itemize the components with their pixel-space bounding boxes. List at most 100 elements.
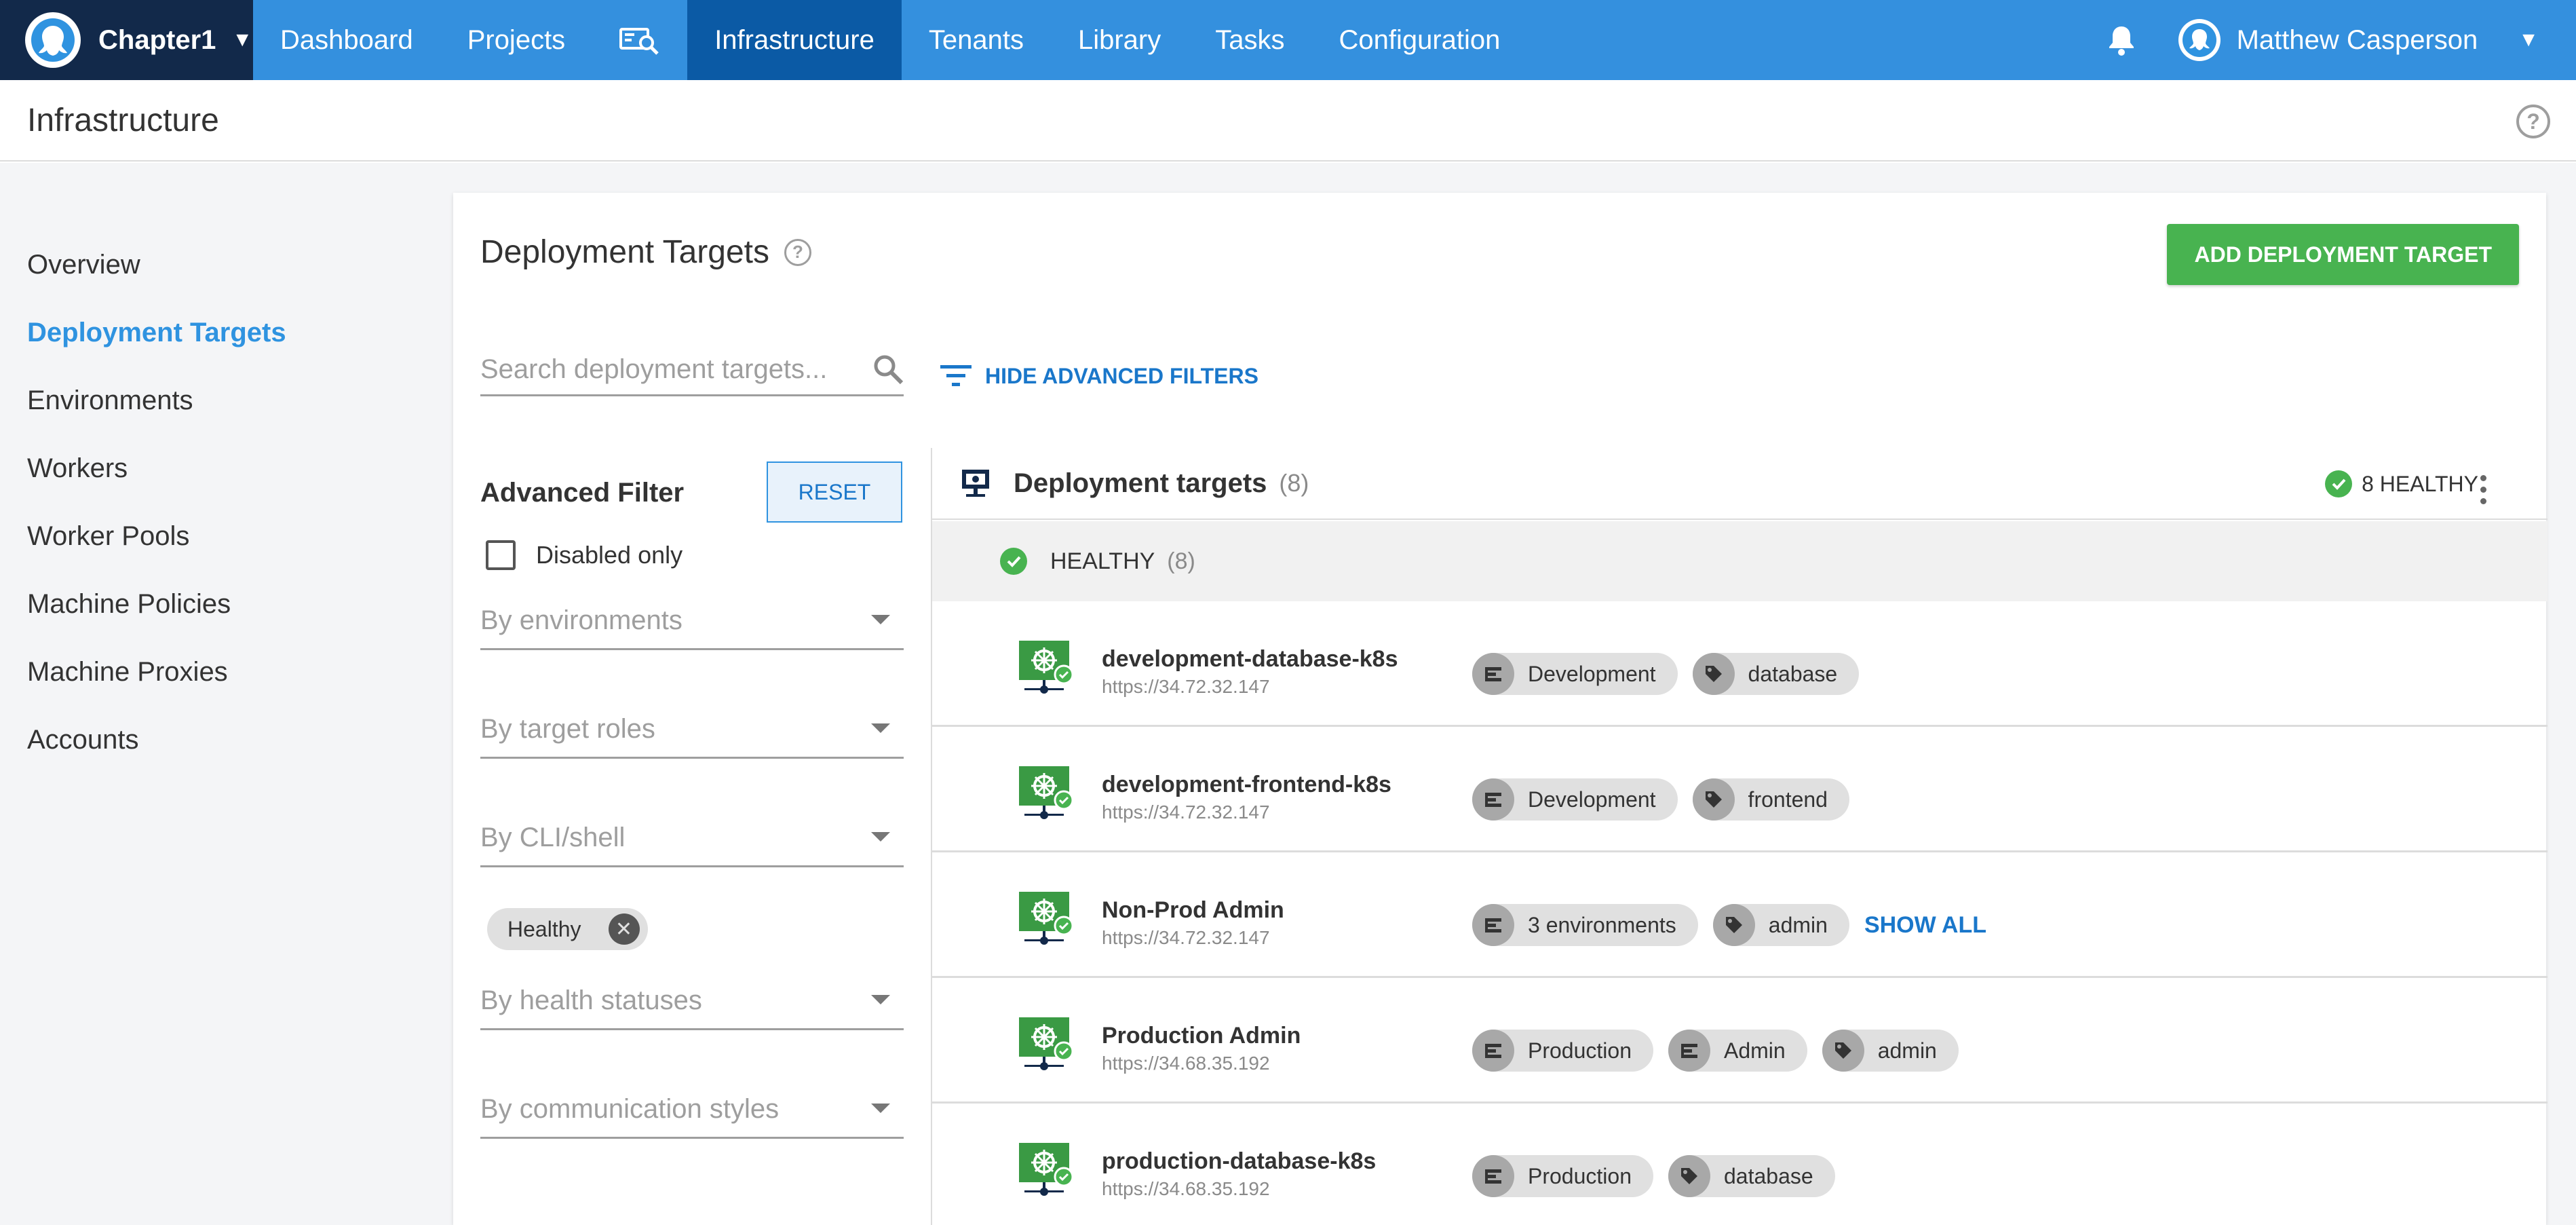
healthy-check-icon xyxy=(1000,548,1027,575)
environment-tag: Admin xyxy=(1668,1030,1807,1072)
sidebar-item-deployment-targets[interactable]: Deployment Targets xyxy=(27,299,286,366)
hide-advanced-filters-label: HIDE ADVANCED FILTERS xyxy=(985,363,1258,388)
environments-select[interactable]: By environments xyxy=(480,599,904,650)
nav-tenants[interactable]: Tenants xyxy=(902,0,1051,80)
chevron-down-icon[interactable]: ▼ xyxy=(2518,29,2539,52)
search-icon xyxy=(874,355,904,385)
healthy-group-header[interactable]: HEALTHY (8) xyxy=(932,521,2548,601)
list-title: Deployment targets xyxy=(1014,468,1267,498)
nav-configuration[interactable]: Configuration xyxy=(1311,0,1527,80)
hide-advanced-filters-button[interactable]: HIDE ADVANCED FILTERS xyxy=(940,362,1258,390)
top-navigation: Chapter1 ▼ Dashboard Projects Infrastruc… xyxy=(0,0,2576,80)
role-tag: admin xyxy=(1712,904,1849,946)
sidebar-item-overview[interactable]: Overview xyxy=(27,231,286,299)
search-field xyxy=(480,345,904,396)
checkbox-box[interactable] xyxy=(486,540,516,570)
sidebar-item-machine-policies[interactable]: Machine Policies xyxy=(27,570,286,638)
search-machine-icon xyxy=(619,28,659,55)
dropdown-arrow-icon xyxy=(871,723,890,733)
tag-icon xyxy=(1692,778,1735,821)
target-name[interactable]: Production Admin xyxy=(1102,1023,1301,1049)
kubernetes-target-icon xyxy=(1019,766,1074,819)
help-icon[interactable]: ? xyxy=(784,238,811,266)
target-name[interactable]: development-database-k8s xyxy=(1102,646,1398,673)
target-tags: 3 environments admin SHOW ALL xyxy=(1472,904,1986,946)
deployment-targets-panel: Deployment Targets ? ADD DEPLOYMENT TARG… xyxy=(453,193,2548,1225)
help-icon[interactable]: ? xyxy=(2516,105,2550,138)
tag-icon xyxy=(1822,1030,1864,1072)
nav-dashboard[interactable]: Dashboard xyxy=(253,0,440,80)
list-count: (8) xyxy=(1279,469,1309,497)
target-roles-select[interactable]: By target roles xyxy=(480,707,904,759)
filter-icon xyxy=(940,365,972,386)
table-row[interactable]: development-database-k8s https://34.72.3… xyxy=(932,601,2548,727)
nav-library[interactable]: Library xyxy=(1051,0,1188,80)
target-name[interactable]: development-frontend-k8s xyxy=(1102,772,1391,798)
environment-tag: Development xyxy=(1472,653,1678,695)
target-tags: Development frontend xyxy=(1472,778,1864,821)
target-name[interactable]: Non-Prod Admin xyxy=(1102,897,1284,924)
more-options-icon[interactable] xyxy=(2480,475,2486,504)
show-all-link[interactable]: SHOW ALL xyxy=(1864,912,1986,939)
communication-styles-select[interactable]: By communication styles xyxy=(480,1087,904,1139)
environment-icon xyxy=(1668,1030,1710,1072)
communication-styles-select-placeholder: By communication styles xyxy=(480,1094,780,1124)
nav-tasks[interactable]: Tasks xyxy=(1188,0,1311,80)
environment-tag: Development xyxy=(1472,778,1678,821)
target-tags: Production database xyxy=(1472,1155,1850,1197)
tag-label: frontend xyxy=(1748,787,1828,812)
remove-chip-icon[interactable]: ✕ xyxy=(608,913,640,945)
user-avatar-icon[interactable] xyxy=(2178,19,2221,61)
tag-label: Development xyxy=(1528,661,1656,686)
target-tags: Development database xyxy=(1472,653,1874,695)
environments-select-placeholder: By environments xyxy=(480,605,683,635)
health-filter-chip: Healthy ✕ xyxy=(487,908,648,950)
sidebar-item-accounts[interactable]: Accounts xyxy=(27,706,286,774)
search-input[interactable] xyxy=(480,345,847,393)
reset-button[interactable]: RESET xyxy=(767,461,902,523)
target-name[interactable]: production-database-k8s xyxy=(1102,1148,1376,1175)
group-label: HEALTHY xyxy=(1050,548,1155,574)
sidebar-item-environments[interactable]: Environments xyxy=(27,366,286,434)
bell-icon[interactable] xyxy=(2105,24,2138,56)
page-title: Infrastructure xyxy=(27,102,219,138)
chevron-down-icon: ▼ xyxy=(232,29,253,51)
environment-tag: 3 environments xyxy=(1472,904,1698,946)
disabled-only-checkbox[interactable]: Disabled only xyxy=(486,540,683,570)
sidebar-item-machine-proxies[interactable]: Machine Proxies xyxy=(27,638,286,706)
table-row[interactable]: Production Admin https://34.68.35.192 Pr… xyxy=(932,978,2548,1104)
panel-title: Deployment Targets ? xyxy=(480,233,811,271)
tag-label: admin xyxy=(1877,1038,1937,1063)
health-chip-label: Healthy xyxy=(507,916,581,941)
health-summary-label: 8 HEALTHY xyxy=(2362,471,2478,496)
add-deployment-target-button[interactable]: ADD DEPLOYMENT TARGET xyxy=(2167,224,2519,285)
nav-right-area: Matthew Casperson ▼ xyxy=(2105,0,2576,80)
role-tag: frontend xyxy=(1692,778,1849,821)
nav-projects[interactable]: Projects xyxy=(440,0,593,80)
table-row[interactable]: Non-Prod Admin https://34.72.32.147 3 en… xyxy=(932,852,2548,978)
advanced-filter-title: Advanced Filter xyxy=(480,478,685,508)
user-name[interactable]: Matthew Casperson xyxy=(2237,25,2478,56)
nav-infrastructure[interactable]: Infrastructure xyxy=(687,0,902,80)
group-count: (8) xyxy=(1167,548,1195,574)
healthy-check-icon xyxy=(2325,470,2353,497)
table-row[interactable]: production-database-k8s https://34.68.35… xyxy=(932,1104,2548,1225)
sidebar-item-worker-pools[interactable]: Worker Pools xyxy=(27,502,286,570)
table-row[interactable]: development-frontend-k8s https://34.72.3… xyxy=(932,727,2548,852)
kubernetes-target-icon xyxy=(1019,892,1074,945)
environment-tag: Production xyxy=(1472,1155,1653,1197)
environment-tag: Production xyxy=(1472,1030,1653,1072)
target-url: https://34.68.35.192 xyxy=(1102,1178,1270,1199)
page-header: Infrastructure ? xyxy=(0,80,2576,162)
nav-search-machines[interactable] xyxy=(592,0,687,80)
health-statuses-select[interactable]: By health statuses xyxy=(480,979,904,1030)
tag-label: Admin xyxy=(1723,1038,1786,1063)
sidebar: Overview Deployment Targets Environments… xyxy=(27,231,286,774)
cli-shell-select[interactable]: By CLI/shell xyxy=(480,816,904,867)
deployment-targets-list: Deployment targets (8) 8 HEALTHY HEALTHY… xyxy=(931,448,2548,1225)
kubernetes-target-icon xyxy=(1019,641,1074,694)
target-url: https://34.68.35.192 xyxy=(1102,1053,1270,1074)
sidebar-item-workers[interactable]: Workers xyxy=(27,434,286,502)
space-switcher[interactable]: Chapter1 ▼ xyxy=(0,0,253,80)
dropdown-arrow-icon xyxy=(871,832,890,842)
